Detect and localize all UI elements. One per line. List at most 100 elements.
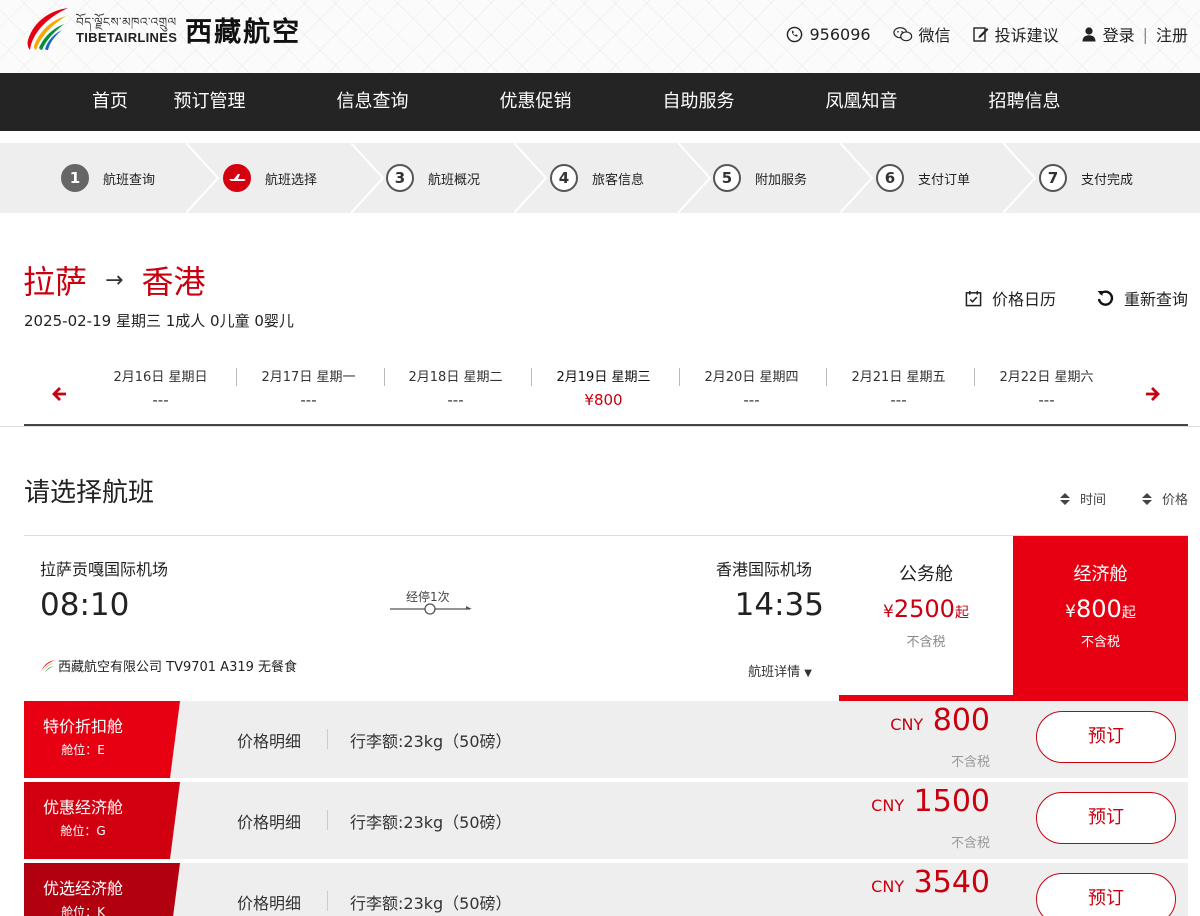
date-option[interactable]: 2月21日 星期五 --- bbox=[825, 366, 972, 412]
logo-swoosh-icon bbox=[27, 8, 68, 50]
price-detail-link[interactable]: 价格明细 bbox=[237, 890, 301, 914]
date-selector: 2月16日 星期日 --- 2月17日 星期一 --- 2月18日 星期二 --… bbox=[24, 360, 1188, 426]
book-button[interactable]: 预订 bbox=[1036, 792, 1176, 844]
date-price: --- bbox=[743, 391, 760, 409]
date-option[interactable]: 2月17日 星期一 --- bbox=[235, 366, 382, 412]
section-title: 请选择航班 bbox=[24, 478, 155, 508]
fare-separator bbox=[327, 891, 328, 911]
fare-class-name: 优惠经济舱 bbox=[42, 798, 123, 817]
fare-row: 优惠经济舱 舱位：G 价格明细 行李额:23kg（50磅） CNY 1500 不… bbox=[24, 782, 1188, 859]
step-number: 6 bbox=[876, 164, 904, 192]
fare-class-tag: 优选经济舱 舱位：K bbox=[24, 863, 180, 916]
book-button[interactable]: 预订 bbox=[1036, 711, 1176, 763]
cabin-price: ¥800起 bbox=[1065, 595, 1136, 623]
flight-details-toggle[interactable]: 航班详情 ▼ bbox=[748, 661, 812, 680]
wechat-icon bbox=[892, 26, 912, 41]
next-dates-arrow-icon[interactable] bbox=[1142, 384, 1162, 404]
hotline-link[interactable]: 956096 bbox=[786, 24, 871, 44]
economy-cabin-option[interactable]: 经济舱 ¥800起 不含税 bbox=[1013, 536, 1188, 701]
price-detail-link[interactable]: 价格明细 bbox=[237, 728, 301, 752]
nav-item-booking-management[interactable]: 预订管理 bbox=[128, 73, 291, 131]
nav-item-self-service[interactable]: 自助服务 bbox=[617, 73, 780, 131]
user-icon bbox=[1082, 27, 1096, 42]
flight-details-label: 航班详情 bbox=[748, 665, 801, 680]
nav-item-promotions[interactable]: 优惠促销 bbox=[454, 73, 617, 131]
nav-item-home[interactable]: 首页 bbox=[0, 73, 128, 131]
sort-by-time-button[interactable]: 时间 bbox=[1059, 489, 1106, 508]
step-passenger-info: 4 旅客信息 bbox=[550, 143, 644, 213]
baggage-allowance: 行李额:23kg（50磅） bbox=[350, 732, 512, 751]
hotline-number: 956096 bbox=[809, 24, 871, 44]
login-link[interactable]: 登录 bbox=[1081, 22, 1135, 46]
logo-tibetan-text: བོད་ལྗོངས་མཁའ་འགྲུལ bbox=[76, 14, 177, 29]
price-calendar-button[interactable]: 价格日历 bbox=[965, 286, 1056, 310]
step-payment-complete: 7 支付完成 bbox=[1039, 143, 1133, 213]
nav-item-info-query[interactable]: 信息查询 bbox=[291, 73, 454, 131]
cabin-tax-note: 不含税 bbox=[1080, 635, 1120, 650]
sort-by-price-button[interactable]: 价格 bbox=[1141, 489, 1188, 508]
date-option[interactable]: 2月20日 星期四 --- bbox=[678, 366, 825, 412]
sort-controls: 时间 价格 bbox=[1024, 489, 1188, 508]
price-detail-link[interactable]: 价格明细 bbox=[237, 809, 301, 833]
previous-dates-arrow-icon[interactable] bbox=[50, 384, 70, 404]
register-link[interactable]: 注册 bbox=[1156, 22, 1188, 46]
nav-item-careers[interactable]: 招聘信息 bbox=[943, 73, 1106, 131]
fare-separator bbox=[327, 810, 328, 830]
refresh-icon bbox=[1097, 290, 1114, 306]
date-label: 2月16日 星期日 bbox=[113, 370, 208, 385]
step-separator-chevron bbox=[186, 143, 220, 213]
departure-airport: 拉萨贡嘎国际机场 bbox=[40, 560, 169, 579]
phone-icon bbox=[787, 26, 803, 42]
step-separator-chevron bbox=[840, 143, 874, 213]
step-flight-overview: 3 航班概况 bbox=[386, 143, 480, 213]
baggage-allowance: 行李额:23kg（50磅） bbox=[350, 813, 512, 832]
fare-row: 优选经济舱 舱位：K 价格明细 行李额:23kg（50磅） CNY 3540 预… bbox=[24, 863, 1188, 916]
airplane-icon bbox=[223, 164, 251, 192]
feedback-link[interactable]: 投诉建议 bbox=[972, 22, 1059, 46]
date-label: 2月19日 星期三 bbox=[556, 370, 651, 385]
booking-progress-steps: 1 航班查询 航班选择 3 航班概况 4 旅客信息 5 附加服务 6 支付订单 … bbox=[0, 143, 1200, 213]
date-price: ¥800 bbox=[584, 391, 623, 409]
top-links: 956096 微信 投诉建议 登录 | 注册 bbox=[764, 22, 1188, 46]
date-option[interactable]: 2月22日 星期六 --- bbox=[973, 366, 1120, 412]
fare-row: 特价折扣舱 舱位：E 价格明细 行李额:23kg（50磅） CNY 800 不含… bbox=[24, 701, 1188, 778]
sort-time-label: 时间 bbox=[1079, 493, 1106, 508]
fare-class-code: 舱位：G bbox=[60, 824, 106, 838]
date-price: --- bbox=[1038, 391, 1055, 409]
fare-class-name: 特价折扣舱 bbox=[42, 717, 123, 736]
step-label: 附加服务 bbox=[755, 172, 808, 188]
requery-label: 重新查询 bbox=[1123, 290, 1188, 309]
date-label: 2月17日 星期一 bbox=[261, 370, 356, 385]
fare-class-tag: 优惠经济舱 舱位：G bbox=[24, 782, 180, 859]
cabin-name: 经济舱 bbox=[1073, 564, 1128, 585]
step-number: 3 bbox=[386, 164, 414, 192]
nav-item-phoenix-miles[interactable]: 凤凰知音 bbox=[780, 73, 943, 131]
date-label: 2月18日 星期二 bbox=[408, 370, 503, 385]
date-option[interactable]: 2月18日 星期二 --- bbox=[382, 366, 529, 412]
step-separator-chevron bbox=[678, 143, 712, 213]
fare-class-name: 优选经济舱 bbox=[42, 879, 123, 898]
departure-time: 08:10 bbox=[40, 587, 130, 623]
sort-price-label: 价格 bbox=[1161, 493, 1188, 508]
business-cabin-option[interactable]: 公务舱 ¥2500起 不含税 bbox=[839, 536, 1013, 701]
arrival-airport: 香港国际机场 bbox=[715, 560, 812, 579]
edit-icon bbox=[972, 27, 989, 42]
wechat-link[interactable]: 微信 bbox=[892, 22, 951, 46]
requery-button[interactable]: 重新查询 bbox=[1096, 286, 1188, 310]
date-option[interactable]: 2月16日 星期日 --- bbox=[87, 366, 234, 412]
logo-chinese-text: 西藏航空 bbox=[185, 16, 302, 48]
top-header: བོད་ལྗོངས་མཁའ་འགྲུལ TIBETAIRLINES 西藏航空 9… bbox=[0, 0, 1200, 73]
destination-city: 香港 bbox=[141, 263, 206, 301]
cabin-tax-note: 不含税 bbox=[906, 635, 946, 650]
tibet-airlines-logo[interactable]: བོད་ལྗོངས་མཁའ་འགྲུལ TIBETAIRLINES 西藏航空 bbox=[22, 4, 301, 54]
date-option-selected[interactable]: 2月19日 星期三 ¥800 bbox=[530, 366, 677, 412]
step-number: 7 bbox=[1039, 164, 1067, 192]
step-flight-search: 1 航班查询 bbox=[61, 143, 155, 213]
step-label: 航班选择 bbox=[265, 172, 318, 188]
section-divider bbox=[0, 426, 1200, 427]
step-separator-chevron bbox=[1003, 143, 1037, 213]
date-price: --- bbox=[300, 391, 317, 409]
book-button[interactable]: 预订 bbox=[1036, 873, 1176, 916]
cabin-price: ¥2500起 bbox=[883, 595, 969, 623]
fare-class-code: 舱位：K bbox=[61, 905, 105, 916]
